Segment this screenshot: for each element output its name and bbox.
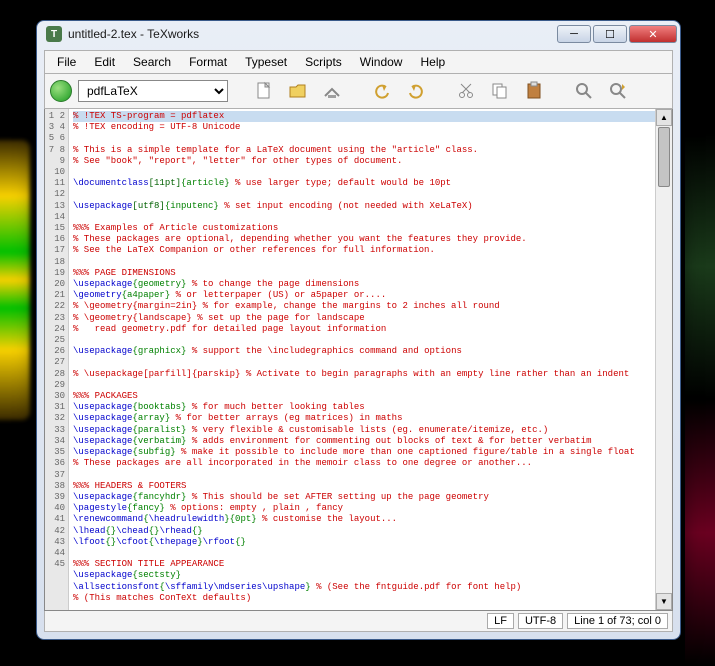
cut-button[interactable]	[452, 77, 480, 105]
minimize-button[interactable]: ─	[557, 25, 591, 43]
menu-typeset[interactable]: Typeset	[237, 53, 295, 71]
status-encoding[interactable]: UTF-8	[518, 613, 563, 629]
scroll-up-arrow[interactable]: ▲	[656, 109, 672, 126]
editor: 1 2 3 4 5 6 7 8 9 10 11 12 13 14 15 16 1…	[44, 109, 673, 611]
format-select[interactable]: pdfLaTeX	[78, 80, 228, 102]
maximize-button[interactable]: ☐	[593, 25, 627, 43]
code-area[interactable]: % !TEX TS-program = pdflatex% !TEX encod…	[69, 109, 672, 610]
status-position: Line 1 of 73; col 0	[567, 613, 668, 629]
window-title: untitled-2.tex - TeXworks	[68, 27, 555, 41]
toolbar: pdfLaTeX	[44, 73, 673, 109]
undo-button[interactable]	[368, 77, 396, 105]
menu-search[interactable]: Search	[125, 53, 179, 71]
status-lineending[interactable]: LF	[487, 613, 514, 629]
redo-button[interactable]	[402, 77, 430, 105]
window-controls: ─ ☐ ✕	[555, 25, 677, 43]
menu-format[interactable]: Format	[181, 53, 235, 71]
copy-button[interactable]	[486, 77, 514, 105]
vertical-scrollbar[interactable]: ▲ ▼	[655, 109, 672, 610]
close-button[interactable]: ✕	[629, 25, 677, 43]
new-button[interactable]	[250, 77, 278, 105]
scroll-down-arrow[interactable]: ▼	[656, 593, 672, 610]
find-button[interactable]	[570, 77, 598, 105]
menu-edit[interactable]: Edit	[86, 53, 123, 71]
menu-help[interactable]: Help	[412, 53, 453, 71]
menu-file[interactable]: File	[49, 53, 84, 71]
scroll-thumb[interactable]	[658, 127, 670, 187]
menubar: File Edit Search Format Typeset Scripts …	[44, 50, 673, 73]
menu-scripts[interactable]: Scripts	[297, 53, 350, 71]
statusbar: LF UTF-8 Line 1 of 73; col 0	[44, 611, 673, 632]
line-gutter: 1 2 3 4 5 6 7 8 9 10 11 12 13 14 15 16 1…	[45, 109, 69, 610]
replace-button[interactable]	[604, 77, 632, 105]
titlebar[interactable]: T untitled-2.tex - TeXworks ─ ☐ ✕	[38, 22, 679, 46]
open-button[interactable]	[284, 77, 312, 105]
menu-window[interactable]: Window	[352, 53, 411, 71]
paste-button[interactable]	[520, 77, 548, 105]
typeset-button[interactable]	[50, 80, 72, 102]
app-icon: T	[46, 26, 62, 42]
app-window: T untitled-2.tex - TeXworks ─ ☐ ✕ File E…	[36, 20, 681, 640]
save-button[interactable]	[318, 77, 346, 105]
